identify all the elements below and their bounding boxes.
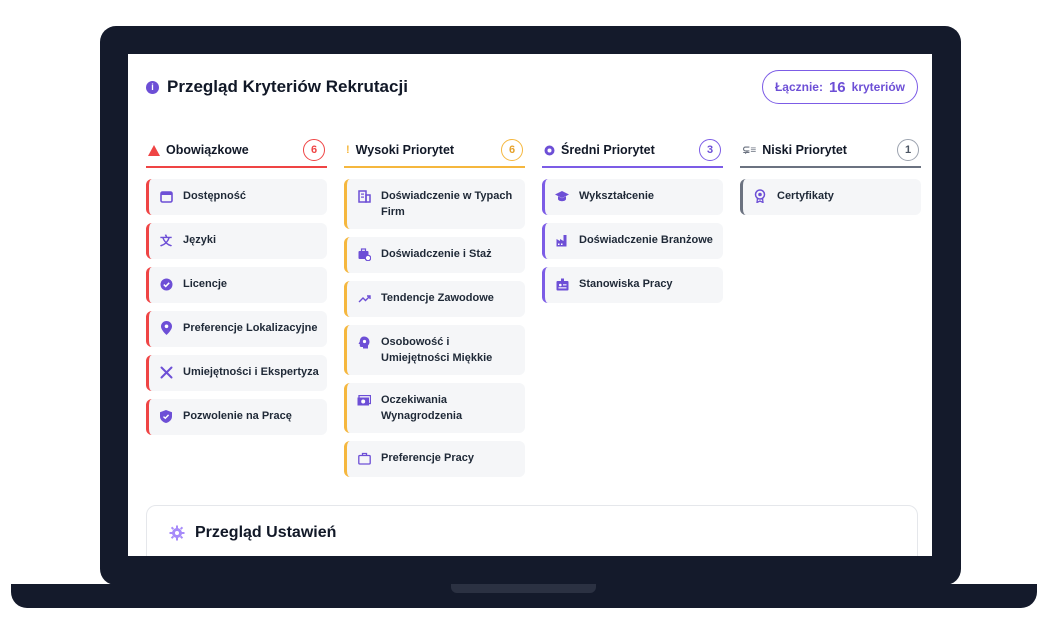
total-suffix: kryteriów [851,80,905,94]
dot-circle-icon [544,145,555,155]
criterion-item[interactable]: Doświadczenie i Staż [344,237,525,273]
criteria-list: Certyfikaty [740,179,921,215]
column-header: ! Wysoki Priorytet 6 [344,134,525,168]
shield-check-icon [159,409,173,423]
settings-overview-card: Przegląd Ustawień [146,505,918,556]
criterion-item[interactable]: Osobowość i Umiejętności Miękkie [344,325,525,375]
location-pin-icon [159,321,173,335]
column-mandatory: Obowiązkowe 6 Dostępność 文 Języki Licenc… [146,134,327,477]
column-title: Niski Priorytet [762,143,847,157]
criterion-item[interactable]: Licencje [146,267,327,303]
criterion-label: Języki [183,234,217,246]
column-medium-priority: Średni Priorytet 3 Wykształcenie Doświad… [542,134,723,477]
criterion-label: Umiejętności i Ekspertyza [183,366,319,378]
briefcase-icon [357,451,371,465]
criterion-label: Pozwolenie na Pracę [183,410,292,422]
criterion-label: Licencje [183,278,228,290]
settings-header: Przegląd Ustawień [169,524,336,542]
money-icon [357,393,371,407]
total-count-badge: Łącznie: 16 kryteriów [761,70,918,104]
low-priority-icon: ⊊≡ [742,144,757,156]
column-header: ⊊≡ Niski Priorytet 1 [740,134,921,168]
criterion-label: Doświadczenie w Typach Firm [381,190,513,218]
count-badge: 6 [501,139,523,161]
count-badge: 1 [897,139,919,161]
settings-title: Przegląd Ustawień [195,524,337,541]
criteria-columns: Obowiązkowe 6 Dostępność 文 Języki Licenc… [146,134,921,477]
count-badge: 6 [303,139,325,161]
laptop-notch [451,584,596,593]
column-title: Średni Priorytet [561,143,655,157]
calendar-icon [159,189,173,203]
briefcase-clock-icon [357,247,371,261]
criterion-item[interactable]: Dostępność [146,179,327,215]
criterion-label: Preferencje Lokalizacyjne [183,322,318,334]
criterion-item[interactable]: Wykształcenie [542,179,723,215]
column-title: Obowiązkowe [166,143,249,157]
translate-icon: 文 [159,233,172,248]
column-header: Obowiązkowe 6 [146,134,327,168]
count-badge: 3 [699,139,721,161]
verified-badge-icon [159,277,173,291]
criterion-item[interactable]: Tendencje Zawodowe [344,281,525,317]
warning-triangle-icon [148,144,160,156]
exclamation-icon: ! [346,144,350,156]
criterion-label: Doświadczenie i Staż [381,248,492,260]
criterion-label: Doświadczenie Branżowe [579,234,713,246]
gear-icon [169,525,185,541]
title-wrap: i Przegląd Kryteriów Rekrutacji [146,77,408,97]
building-icon [357,189,371,203]
criterion-item[interactable]: Stanowiska Pracy [542,267,723,303]
trending-up-icon [357,291,371,305]
column-header: Średni Priorytet 3 [542,134,723,168]
head-icon [357,335,371,349]
criterion-item[interactable]: Doświadczenie Branżowe [542,223,723,259]
column-high-priority: ! Wysoki Priorytet 6 Doświadczenie w Typ… [344,134,525,477]
award-icon [753,189,767,203]
total-prefix: Łącznie: [774,80,823,94]
column-low-priority: ⊊≡ Niski Priorytet 1 Certyfikaty [740,134,921,477]
criterion-item[interactable]: Umiejętności i Ekspertyza [146,355,327,391]
criterion-item[interactable]: Doświadczenie w Typach Firm [344,179,525,229]
criterion-item[interactable]: Pozwolenie na Pracę [146,399,327,435]
criterion-label: Oczekiwania Wynagrodzenia [381,394,463,422]
header: i Przegląd Kryteriów Rekrutacji Łącznie:… [146,68,918,106]
criterion-label: Wykształcenie [579,190,655,202]
criteria-list: Dostępność 文 Języki Licencje Preferencje… [146,179,327,435]
id-badge-icon [555,277,569,291]
criterion-label: Dostępność [183,190,246,202]
screen: i Przegląd Kryteriów Rekrutacji Łącznie:… [128,54,932,556]
criterion-label: Certyfikaty [777,190,834,202]
info-icon: i [146,80,159,94]
criterion-item[interactable]: Preferencje Pracy [344,441,525,477]
criterion-label: Osobowość i Umiejętności Miękkie [381,336,493,364]
page-title: Przegląd Kryteriów Rekrutacji [167,77,408,96]
criteria-list: Doświadczenie w Typach Firm Doświadczeni… [344,179,525,477]
criterion-label: Stanowiska Pracy [579,278,673,290]
criterion-label: Tendencje Zawodowe [381,292,494,304]
criterion-item[interactable]: 文 Języki [146,223,327,259]
criterion-item[interactable]: Oczekiwania Wynagrodzenia [344,383,525,433]
factory-icon [555,233,569,247]
criterion-item[interactable]: Preferencje Lokalizacyjne [146,311,327,347]
column-title: Wysoki Priorytet [355,143,455,157]
criterion-item[interactable]: Certyfikaty [740,179,921,215]
graduation-cap-icon [555,189,569,203]
total-count: 16 [828,78,846,96]
tools-icon [159,365,173,379]
criteria-list: Wykształcenie Doświadczenie Branżowe Sta… [542,179,723,303]
criterion-label: Preferencje Pracy [381,452,474,464]
